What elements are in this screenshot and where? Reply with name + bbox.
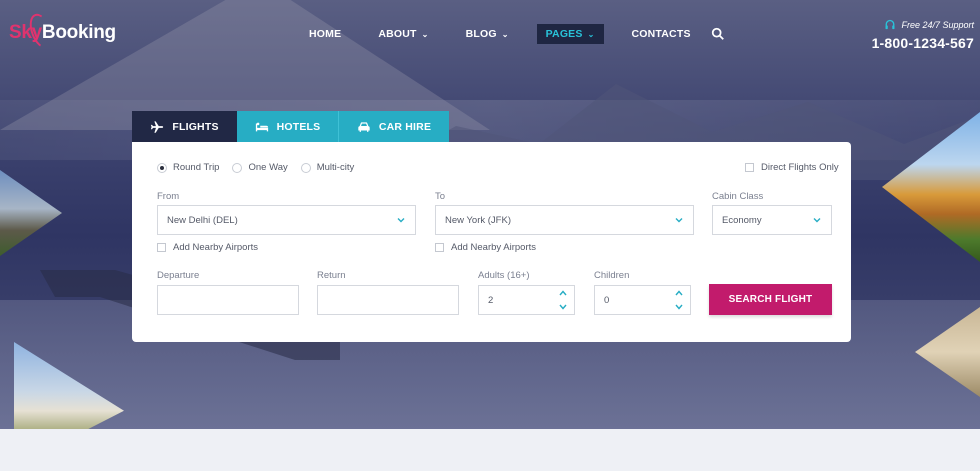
nav-contacts[interactable]: CONTACTS <box>623 24 700 44</box>
departure-label: Departure <box>157 270 200 281</box>
trip-one-way[interactable]: One Way <box>232 162 288 173</box>
tab-flights-label: FLIGHTS <box>172 120 219 133</box>
trip-multi-city[interactable]: Multi-city <box>300 162 355 173</box>
cabin-value: Economy <box>722 214 762 226</box>
chevron-down-icon: ⌄ <box>587 29 595 39</box>
trip-one-way-label: One Way <box>248 162 288 173</box>
nav-blog[interactable]: BLOG ⌄ <box>457 24 518 44</box>
brand-logo[interactable]: SkyBooking <box>9 10 116 52</box>
page-bottom-area <box>0 429 980 471</box>
support-label: Free 24/7 Support <box>901 20 974 30</box>
chevron-up-icon[interactable] <box>558 289 568 297</box>
cabin-select[interactable]: Economy <box>712 205 832 235</box>
chevron-down-icon <box>397 218 405 223</box>
trip-type-group: Round Trip One Way Multi-city <box>157 162 367 173</box>
return-input[interactable] <box>317 285 459 315</box>
flight-search-form: Round Trip One Way Multi-city Direct Fli… <box>132 142 851 342</box>
nav-about[interactable]: ABOUT ⌄ <box>369 24 437 44</box>
children-spinner <box>674 289 684 311</box>
adults-stepper[interactable]: 2 <box>478 285 575 315</box>
tab-car-hire[interactable]: CAR HIRE <box>339 111 449 142</box>
nav-blog-label: BLOG <box>465 28 497 40</box>
plane-icon <box>151 120 164 133</box>
car-icon <box>358 121 370 132</box>
nav-about-label: ABOUT <box>378 28 417 40</box>
tab-hotels[interactable]: HOTELS <box>237 111 339 142</box>
trip-multi-city-label: Multi-city <box>316 162 355 173</box>
cabin-label: Cabin Class <box>712 191 764 202</box>
bed-icon <box>255 122 268 131</box>
chevron-down-icon[interactable] <box>558 303 568 311</box>
checkbox-icon <box>435 243 444 252</box>
tab-hotels-label: HOTELS <box>276 120 321 133</box>
direct-flights-checkbox[interactable]: Direct Flights Only <box>745 162 839 173</box>
direct-flights-label: Direct Flights Only <box>761 162 839 173</box>
to-select[interactable]: New York (JFK) <box>435 205 694 235</box>
brand-part2: Booking <box>41 22 116 43</box>
to-nearby-checkbox[interactable]: Add Nearby Airports <box>435 242 536 253</box>
chevron-down-icon[interactable] <box>674 303 684 311</box>
nav-contacts-label: CONTACTS <box>631 28 691 40</box>
from-label: From <box>157 191 180 202</box>
departure-input[interactable] <box>157 285 299 315</box>
booking-tabs: FLIGHTS HOTELS CAR HIRE <box>132 111 449 142</box>
from-nearby-checkbox[interactable]: Add Nearby Airports <box>157 242 258 253</box>
adults-value: 2 <box>488 294 494 306</box>
radio-empty-icon <box>300 162 311 173</box>
radio-empty-icon <box>232 162 243 173</box>
children-stepper[interactable]: 0 <box>594 285 691 315</box>
to-nearby-label: Add Nearby Airports <box>451 242 537 253</box>
children-value: 0 <box>604 294 610 306</box>
headset-icon <box>885 19 895 30</box>
return-label: Return <box>317 270 346 281</box>
main-nav: HOME ABOUT ⌄ BLOG ⌄ PAGES ⌄ CONTACTS <box>300 24 725 44</box>
support-block: Free 24/7 Support 1-800-1234-567 <box>872 19 974 51</box>
adults-label: Adults (16+) <box>478 270 530 281</box>
chevron-down-icon: ⌄ <box>421 29 429 39</box>
radio-selected-icon <box>157 162 167 173</box>
chevron-down-icon <box>813 218 821 223</box>
nav-home-label: HOME <box>309 28 342 40</box>
from-select[interactable]: New Delhi (DEL) <box>157 205 416 235</box>
children-label: Children <box>594 270 630 281</box>
chevron-up-icon[interactable] <box>674 289 684 297</box>
to-label: To <box>435 191 446 202</box>
checkbox-icon <box>157 243 166 252</box>
from-value: New Delhi (DEL) <box>167 214 238 226</box>
chevron-down-icon <box>675 218 683 223</box>
checkbox-icon <box>745 163 754 172</box>
search-flight-button[interactable]: SEARCH FLIGHT <box>709 284 832 315</box>
to-value: New York (JFK) <box>445 214 511 226</box>
from-nearby-label: Add Nearby Airports <box>173 242 259 253</box>
adults-spinner <box>558 289 568 311</box>
chevron-down-icon: ⌄ <box>501 29 509 39</box>
tab-flights[interactable]: FLIGHTS <box>132 111 237 142</box>
nav-pages[interactable]: PAGES ⌄ <box>536 24 604 44</box>
support-phone[interactable]: 1-800-1234-567 <box>872 35 974 51</box>
search-icon[interactable] <box>711 27 725 41</box>
trip-round-trip-label: Round Trip <box>173 162 220 173</box>
trip-round-trip[interactable]: Round Trip <box>157 162 219 173</box>
nav-pages-label: PAGES <box>545 28 583 40</box>
nav-home[interactable]: HOME <box>300 24 350 44</box>
tab-car-hire-label: CAR HIRE <box>378 120 432 133</box>
